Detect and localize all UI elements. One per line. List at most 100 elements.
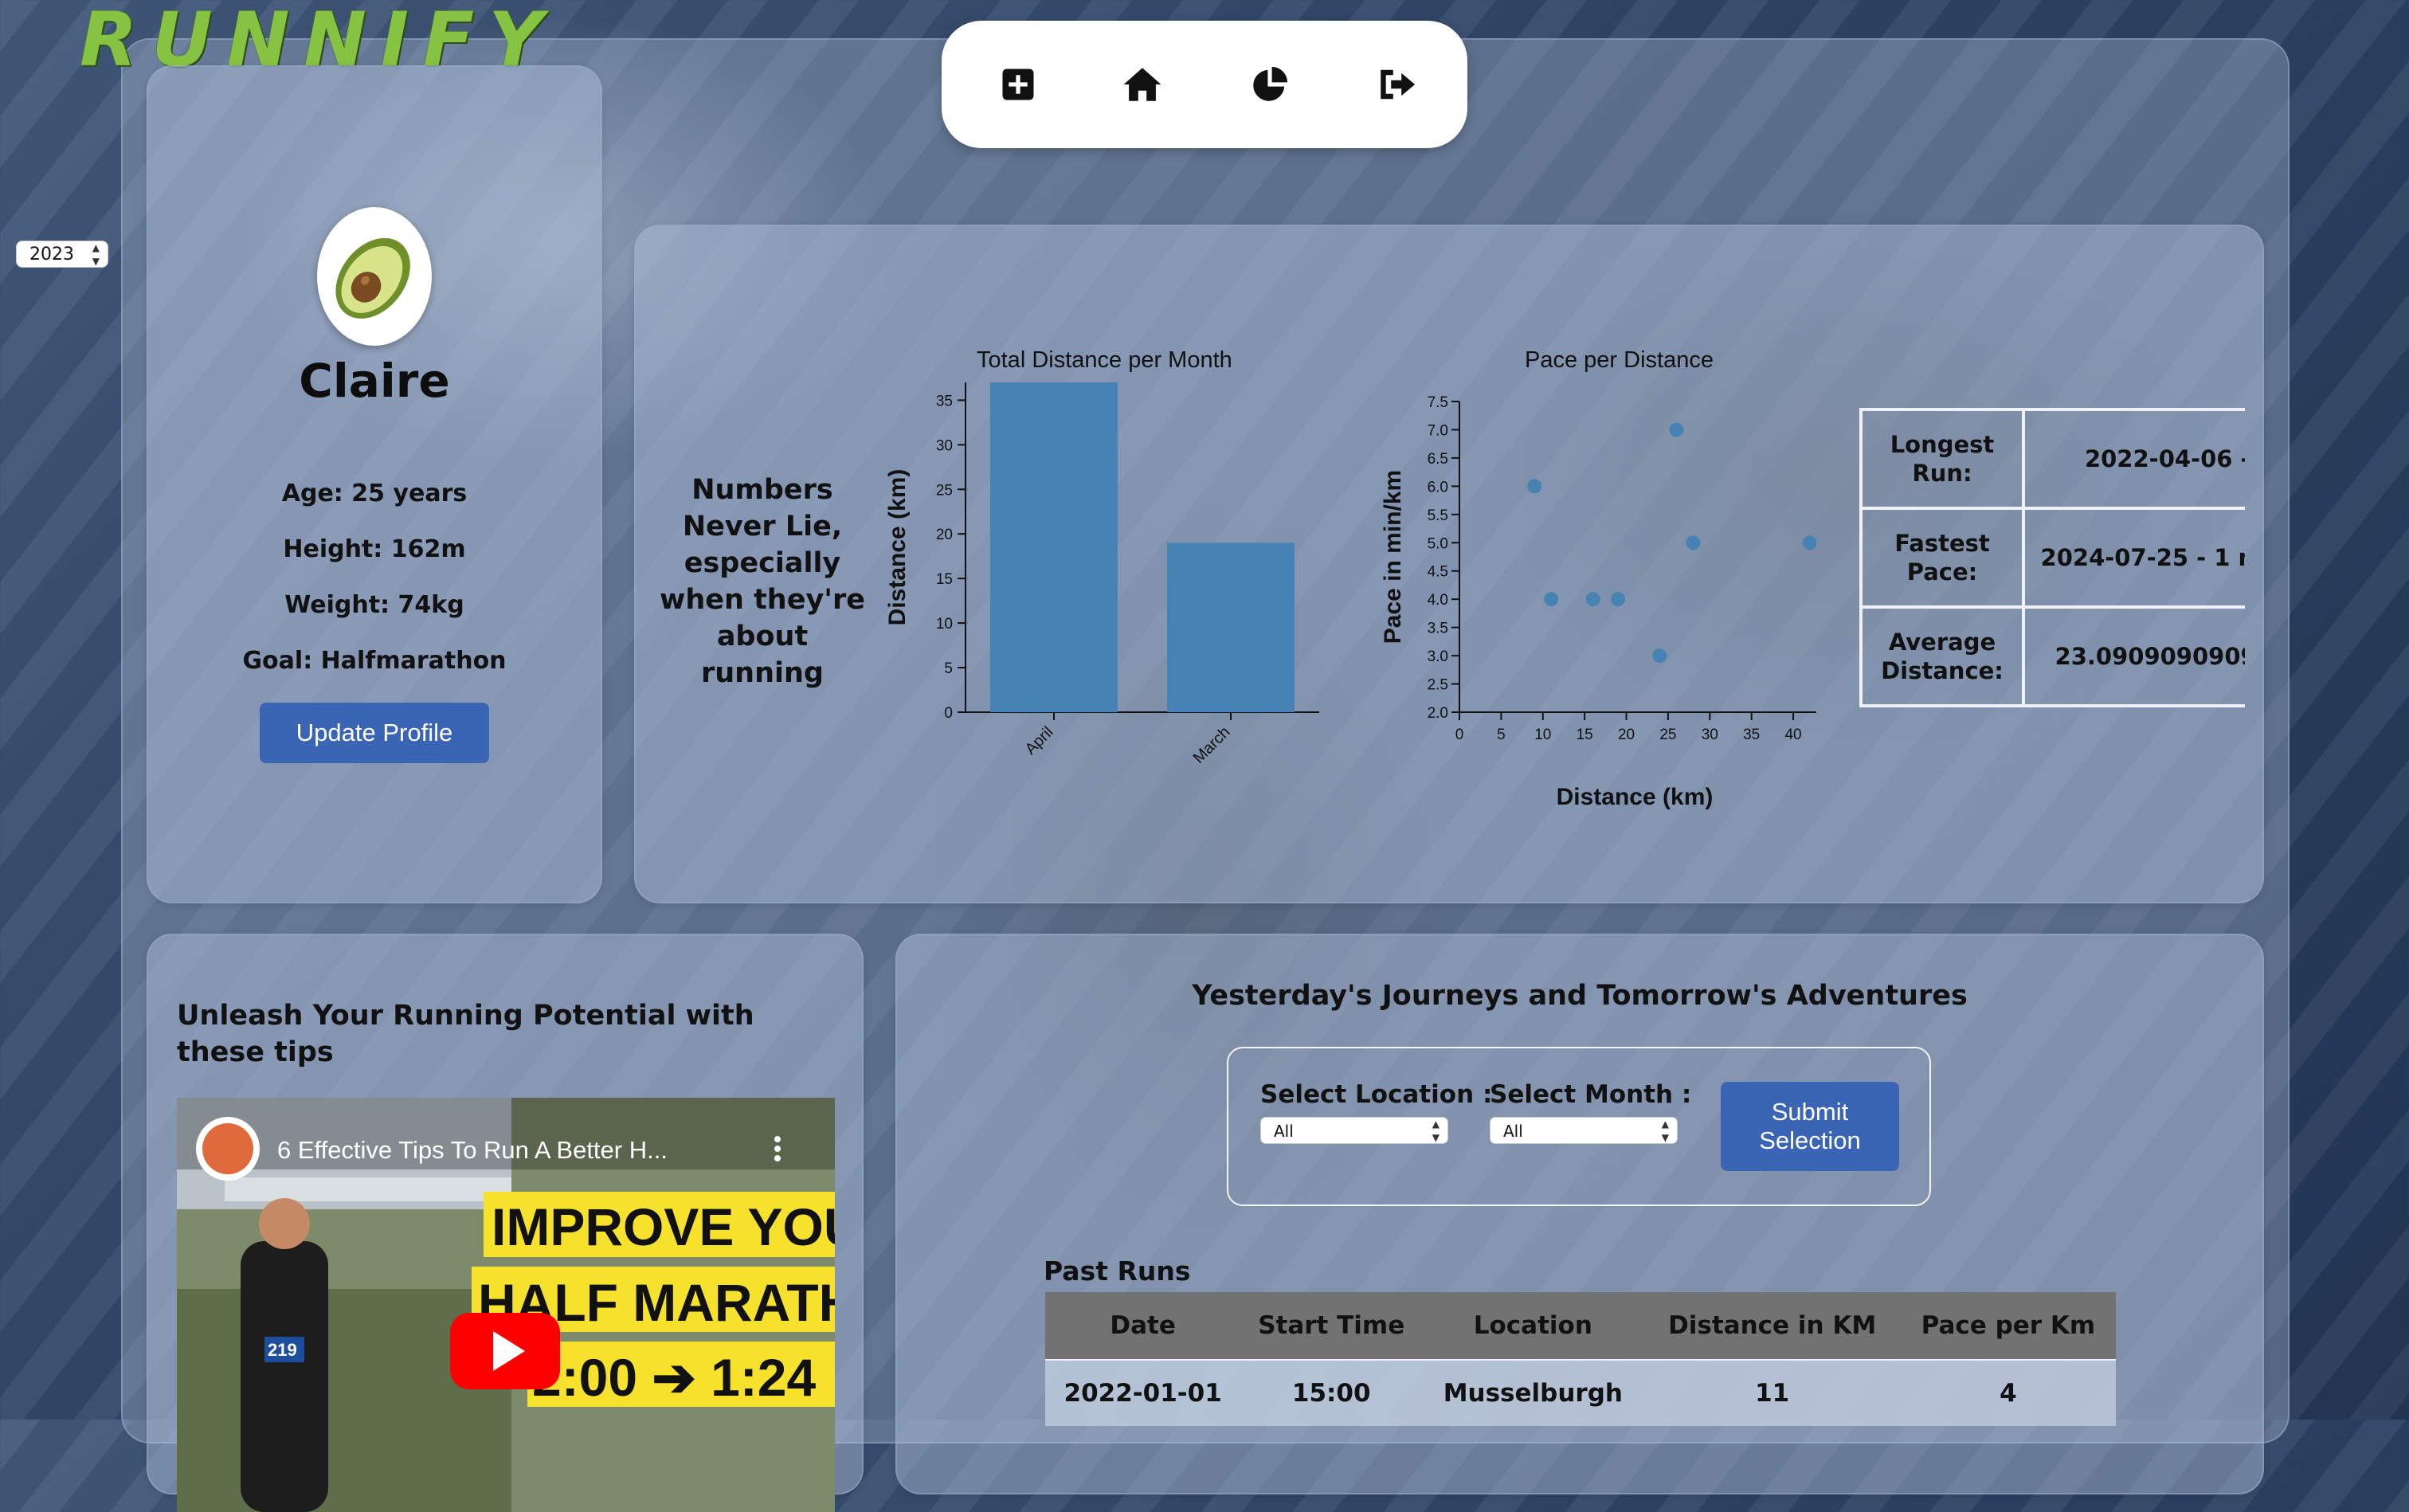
scatter-point [1652,648,1667,664]
video-embed[interactable]: 219 IMPROVE YOUR HALF MARATHON 2:00 ➔ 1:… [177,1098,835,1512]
stats-row-longest: Longest Run: 2022-04-06 - 42 [1859,408,2245,510]
video-title: 6 Effective Tips To Run A Better H... [277,1136,668,1164]
column-header-location: Location [1422,1292,1644,1360]
profile-card: Claire Age: 25 years Height: 162m Weight… [147,65,602,903]
y-tick-label: 7.5 [1428,394,1448,411]
y-tick-label: 10 [936,616,953,633]
month-select[interactable]: All ▲ ▼ [1490,1117,1678,1144]
stats-value: 2024-07-25 - 1 min/km [2022,507,2245,609]
y-tick-label: 3.5 [1428,621,1448,637]
stats-row-fastest: Fastest Pace: 2024-07-25 - 1 min/km [1859,507,2245,609]
scatter-point [1686,535,1701,550]
x-tick-label: 5 [1497,727,1506,743]
y-tick-label: 35 [936,393,953,409]
location-label: Select Location : [1260,1080,1493,1109]
column-header-start-time: Start Time [1240,1292,1423,1360]
profile-height: Height: 162m [283,535,466,563]
column-header-distance: Distance in KM [1643,1292,1901,1360]
scatter-point [1585,592,1600,607]
table-header-row: Date Start Time Location Distance in KM … [1045,1292,2116,1360]
avocado-icon [335,237,410,319]
past-runs-title: Past Runs [1044,1255,1191,1287]
logout-icon[interactable] [1377,64,1418,105]
x-tick-label: March [1190,723,1234,767]
submit-selection-button[interactable]: Submit Selection [1721,1082,1899,1171]
y-tick-label: 2.5 [1428,677,1448,694]
y-tick-label: 30 [936,437,953,454]
profile-goal: Goal: Halfmarathon [242,647,507,675]
y-tick-label: 0 [944,705,953,722]
y-tick-label: 3.0 [1428,648,1448,665]
y-tick-label: 20 [936,527,953,543]
youtube-play-icon[interactable] [450,1313,560,1389]
x-axis-label: Distance (km) [1557,784,1714,810]
scatter-chart-title: Pace per Distance [1525,347,1714,373]
scatter-chart: 2.0 2.5 3.0 3.5 4.0 4.5 5.0 5.5 6.0 6.5 7.0 7.5 0 5 10… [1380,394,1816,810]
profile-weight: Weight: 74kg [284,591,464,619]
pie-chart-icon[interactable] [1249,64,1291,105]
profile-age: Age: 25 years [281,480,468,507]
select-arrows-icon: ▲ ▼ [1432,1118,1440,1143]
x-tick-label: 40 [1784,727,1801,743]
scatter-point [1803,535,1816,550]
y-axis-label: Pace in min/km [1380,470,1406,644]
tips-title: Unleash Your Running Potential with thes… [177,1000,754,1068]
select-arrows-icon: ▲ ▼ [92,242,100,267]
bib-number: 219 [268,1340,297,1360]
y-tick-label: 6.0 [1428,479,1448,496]
select-arrows-icon: ▲ ▼ [1661,1118,1669,1143]
x-tick-label: 30 [1702,727,1718,743]
stats-value: 2022-04-06 - 42 [2022,408,2245,510]
bar [990,382,1118,712]
update-profile-button[interactable]: Update Profile [260,703,489,763]
add-square-icon[interactable] [997,64,1039,105]
table-row[interactable]: 2022-01-01 15:00 Musselburgh 11 4 [1045,1359,2116,1426]
cell-location: Musselburgh [1422,1359,1644,1426]
y-tick-label: 6.5 [1428,451,1448,468]
column-header-date: Date [1045,1292,1241,1360]
bar-chart-title: Total Distance per Month [977,347,1232,373]
y-tick-label: 2.0 [1428,705,1448,722]
runs-card: Yesterday's Journeys and Tomorrow's Adve… [895,934,2264,1494]
x-tick-label: 0 [1455,727,1464,743]
month-select-value: All [1503,1122,1523,1141]
x-tick-label: 25 [1659,727,1676,743]
cell-distance: 11 [1643,1359,1901,1426]
runs-title: Yesterday's Journeys and Tomorrow's Adve… [1192,980,1968,1012]
x-tick-label: 20 [1618,727,1635,743]
thumb-line-1: IMPROVE YOUR [492,1197,835,1256]
year-select-value: 2023 [29,245,74,264]
video-thumbnail: 219 IMPROVE YOUR HALF MARATHON 2:00 ➔ 1:… [177,1098,835,1512]
month-label: Select Month : [1490,1080,1692,1109]
x-tick-label: 10 [1534,727,1551,743]
thumb-line-3: 2:00 ➔ 1:24 [532,1348,816,1407]
location-select[interactable]: All ▲ ▼ [1260,1117,1448,1144]
more-vert-icon[interactable] [774,1136,781,1161]
y-tick-label: 5.5 [1428,507,1448,524]
tips-card: Unleash Your Running Potential with thes… [147,934,864,1512]
y-tick-label: 5.0 [1428,535,1448,552]
home-icon[interactable] [1122,64,1163,105]
y-tick-label: 4.5 [1428,564,1448,581]
column-header-pace: Pace per Km [1900,1292,2116,1360]
nav-bar [942,21,1467,148]
y-tick-label: 5 [944,660,953,677]
location-select-value: All [1274,1122,1294,1141]
cell-start-time: 15:00 [1240,1359,1423,1426]
x-tick-label: April [1022,723,1057,758]
stats-table: Longest Run: 2022-04-06 - 42 Fastest Pac… [1859,408,2245,717]
charts-tagline: Numbers Never Lie, especially when they'… [659,474,865,689]
year-select[interactable]: 2023 ▲ ▼ [16,241,108,268]
avatar[interactable] [317,207,432,346]
profile-name: Claire [299,354,450,408]
x-tick-label: 15 [1577,727,1593,743]
y-tick-label: 7.0 [1428,422,1448,439]
bar-chart: 0 5 10 15 20 25 30 35 April March Distance (km) [884,382,1319,767]
stats-label: Fastest Pace: [1859,507,2025,609]
cell-pace: 4 [1900,1359,2116,1426]
scatter-point [1544,592,1559,607]
scatter-point [1669,422,1684,437]
cell-date: 2022-01-01 [1045,1359,1241,1426]
x-tick-label: 35 [1743,727,1760,743]
y-axis-label: Distance (km) [884,469,911,626]
